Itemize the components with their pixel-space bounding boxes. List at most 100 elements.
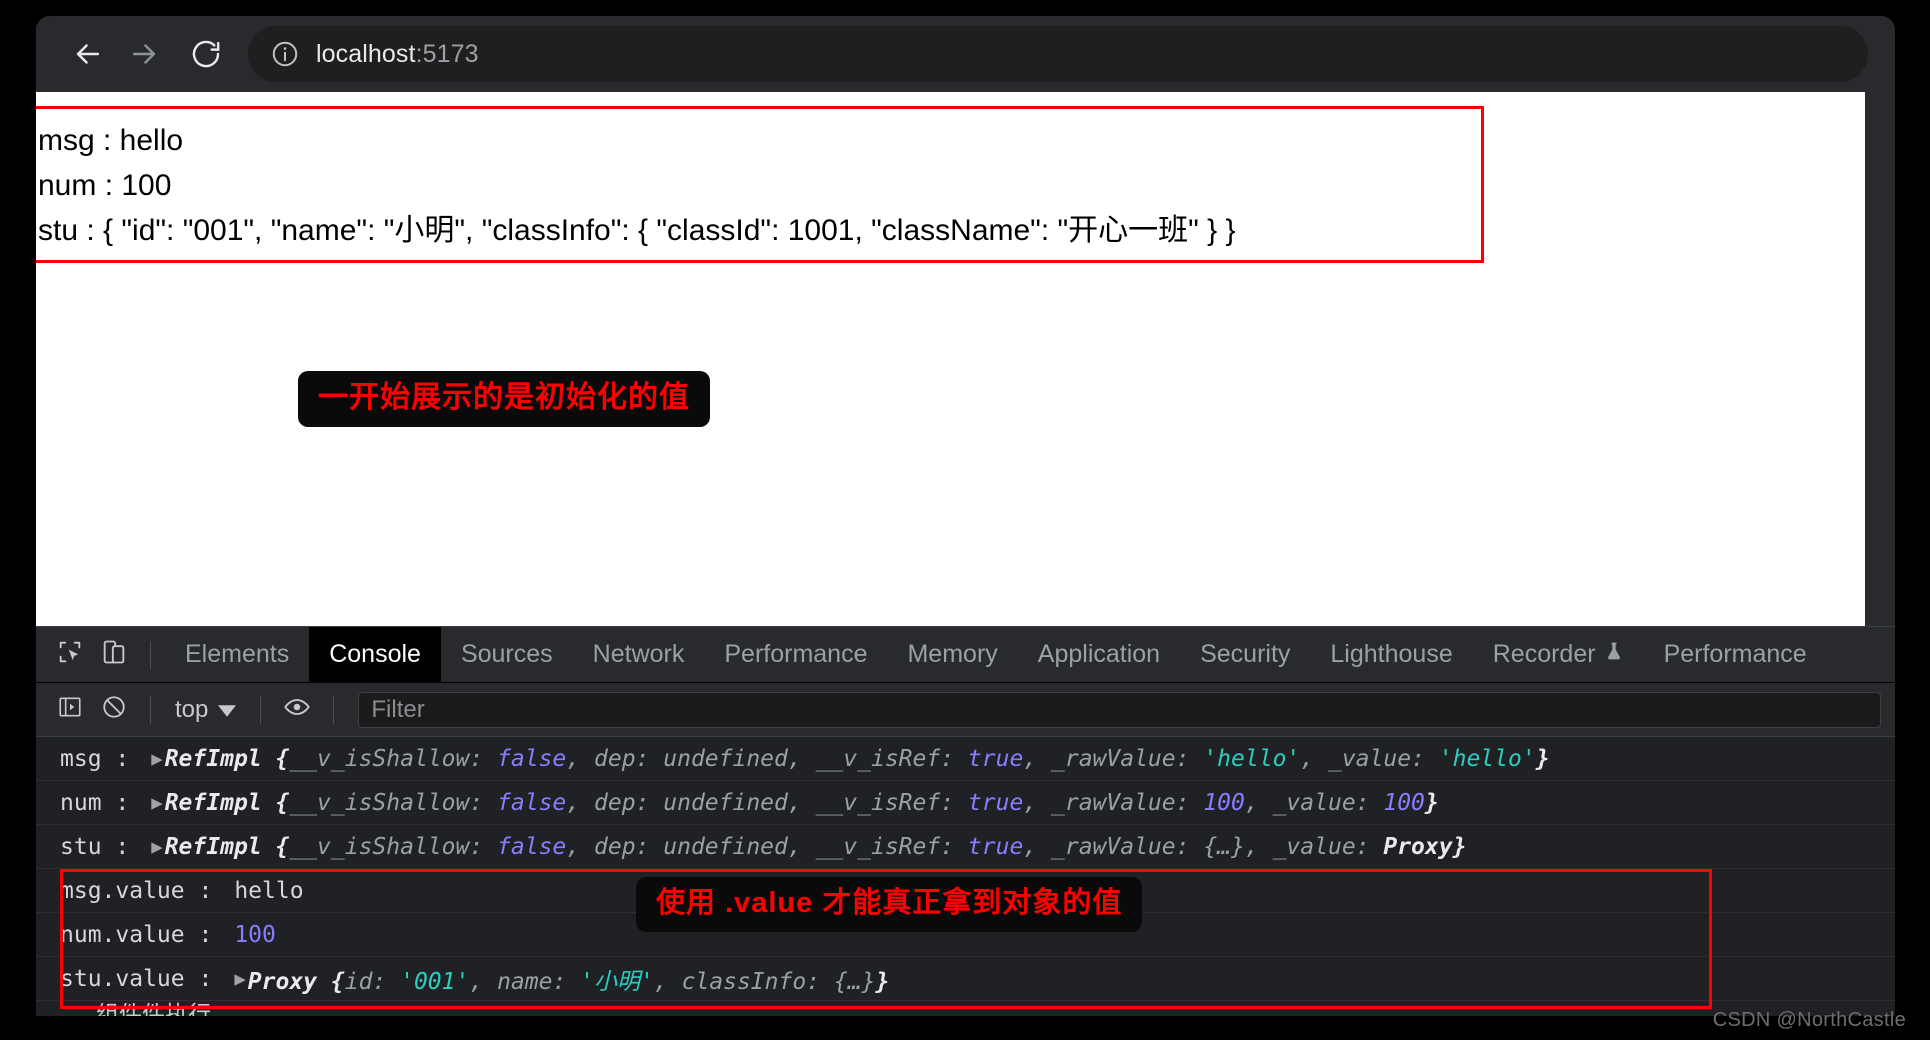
inspect-cursor-icon — [56, 638, 84, 671]
console-token: , — [1300, 745, 1328, 772]
expander-arrow-icon[interactable]: ▶ — [151, 748, 162, 770]
console-token: '001' — [400, 968, 470, 995]
expander-arrow-icon[interactable]: ▶ — [151, 836, 162, 858]
console-row-value: Proxy {id: '001', name: '小明', classInfo:… — [248, 962, 890, 996]
console-token: _value: — [1272, 789, 1384, 816]
execution-context-selector[interactable]: top — [165, 696, 246, 724]
console-token: true — [967, 789, 1024, 816]
tab-label: Sources — [460, 640, 553, 668]
console-token: classInfo: — [681, 968, 834, 995]
console-token: Proxy { — [247, 968, 345, 995]
console-token: undefined — [663, 789, 788, 816]
back-button[interactable] — [60, 26, 116, 82]
url-host: localhost — [316, 39, 416, 68]
console-token: , — [787, 745, 816, 772]
console-token: } — [1452, 833, 1467, 860]
console-token: , — [1023, 833, 1051, 860]
console-token: '小明' — [580, 968, 654, 995]
browser-window: localhost:5173 msg : hello num : 100 stu… — [36, 16, 1895, 1016]
clear-console-icon — [101, 694, 127, 725]
console-token: 100 — [234, 921, 276, 948]
console-token: 100 — [1203, 789, 1245, 816]
clear-console-button[interactable] — [92, 688, 136, 732]
address-bar[interactable]: localhost:5173 — [248, 26, 1868, 82]
console-divider-2 — [260, 695, 262, 724]
tab-label: Elements — [185, 640, 290, 668]
device-toolbar-button[interactable] — [92, 633, 136, 677]
console-log-area[interactable]: msg : ▶ RefImpl {__v_isShallow: false, d… — [36, 737, 1895, 1016]
devtools-panel: Elements Console Sources Network Perform… — [36, 626, 1895, 1016]
page-viewport: msg : hello num : 100 stu : { "id": "001… — [36, 92, 1865, 626]
console-row-clipped[interactable]: 组件件执行 — [36, 1001, 1895, 1016]
tab-performance[interactable]: Performance — [704, 627, 887, 682]
console-token: _rawValue: — [1051, 789, 1204, 816]
console-token: RefImpl { — [164, 789, 290, 816]
tab-label: Recorder — [1492, 640, 1596, 668]
expander-arrow-icon[interactable]: ▶ — [234, 968, 245, 990]
console-token: __v_isShallow: — [289, 833, 498, 860]
info-circle-icon[interactable] — [270, 39, 300, 69]
tab-memory[interactable]: Memory — [887, 627, 1017, 682]
arrow-left-icon — [71, 37, 105, 71]
console-row-label: stu : — [60, 833, 130, 860]
console-token: RefImpl { — [164, 833, 290, 860]
device-toggle-icon — [100, 638, 128, 671]
reload-button[interactable] — [178, 26, 234, 82]
console-row-stu[interactable]: stu : ▶ RefImpl {__v_isShallow: false, d… — [36, 825, 1895, 869]
console-row-label: stu.value : — [60, 965, 213, 992]
console-token: Proxy — [1383, 833, 1453, 860]
tab-label: Lighthouse — [1330, 640, 1453, 668]
live-expression-eye-icon — [283, 693, 311, 726]
console-row-label: num.value : — [60, 921, 213, 948]
console-token: RefImpl { — [164, 745, 290, 772]
tab-recorder[interactable]: Recorder — [1473, 627, 1644, 682]
tab-elements[interactable]: Elements — [165, 627, 309, 682]
inspect-element-button[interactable] — [48, 633, 92, 677]
console-token: 'hello' — [1203, 745, 1301, 772]
tab-lighthouse[interactable]: Lighthouse — [1310, 627, 1472, 682]
forward-button[interactable] — [116, 26, 172, 82]
console-row-num[interactable]: num : ▶ RefImpl {__v_isShallow: false, d… — [36, 781, 1895, 825]
console-token: {…} — [833, 968, 876, 995]
console-token: name: — [497, 968, 581, 995]
page-line-num: num : 100 — [38, 169, 172, 202]
expander-arrow-icon[interactable]: ▶ — [151, 792, 162, 814]
console-token: __v_isShallow: — [289, 745, 498, 772]
console-token: __v_isShallow: — [289, 789, 498, 816]
console-token: , — [469, 968, 498, 995]
live-expression-button[interactable] — [275, 688, 319, 732]
page-output: msg : hello num : 100 stu : { "id": "001… — [36, 104, 1456, 267]
console-row-value: RefImpl {__v_isShallow: false, dep: unde… — [165, 834, 1467, 860]
tab-label: Performance — [1663, 640, 1807, 668]
console-divider-3 — [333, 695, 335, 724]
page-line-msg: msg : hello — [38, 124, 184, 157]
console-row-stu-value[interactable]: stu.value : ▶ Proxy {id: '001', name: '小… — [36, 957, 1895, 1001]
tab-network[interactable]: Network — [573, 627, 705, 682]
console-token: dep: — [594, 789, 664, 816]
console-token: false — [497, 789, 567, 816]
console-sidebar-button[interactable] — [48, 688, 92, 732]
console-token: , — [566, 789, 594, 816]
tab-console[interactable]: Console — [309, 627, 441, 682]
tab-label: Console — [329, 640, 421, 668]
console-row-msg[interactable]: msg : ▶ RefImpl {__v_isShallow: false, d… — [36, 737, 1895, 781]
tab-performance-insights[interactable]: Performance — [1644, 627, 1827, 682]
arrow-right-icon — [127, 37, 161, 71]
screenshot-root: localhost:5173 msg : hello num : 100 stu… — [0, 0, 1930, 1040]
console-token: , — [787, 789, 816, 816]
console-token: __v_isRef: — [815, 833, 968, 860]
console-divider-1 — [150, 695, 151, 724]
console-row-value: 100 — [234, 922, 276, 948]
tab-security[interactable]: Security — [1180, 627, 1310, 682]
console-token: 'hello' — [1438, 745, 1536, 772]
console-token: dep: — [594, 833, 664, 860]
page-annotation: 一开始展示的是初始化的值 — [298, 371, 710, 427]
console-token: _rawValue: — [1051, 745, 1204, 772]
tab-application[interactable]: Application — [1018, 627, 1180, 682]
tab-sources[interactable]: Sources — [441, 627, 573, 682]
console-token: , — [1023, 789, 1051, 816]
url-port: :5173 — [415, 39, 479, 68]
console-token: , — [566, 745, 594, 772]
console-token: true — [967, 745, 1024, 772]
console-filter-input[interactable]: Filter — [358, 691, 1881, 728]
